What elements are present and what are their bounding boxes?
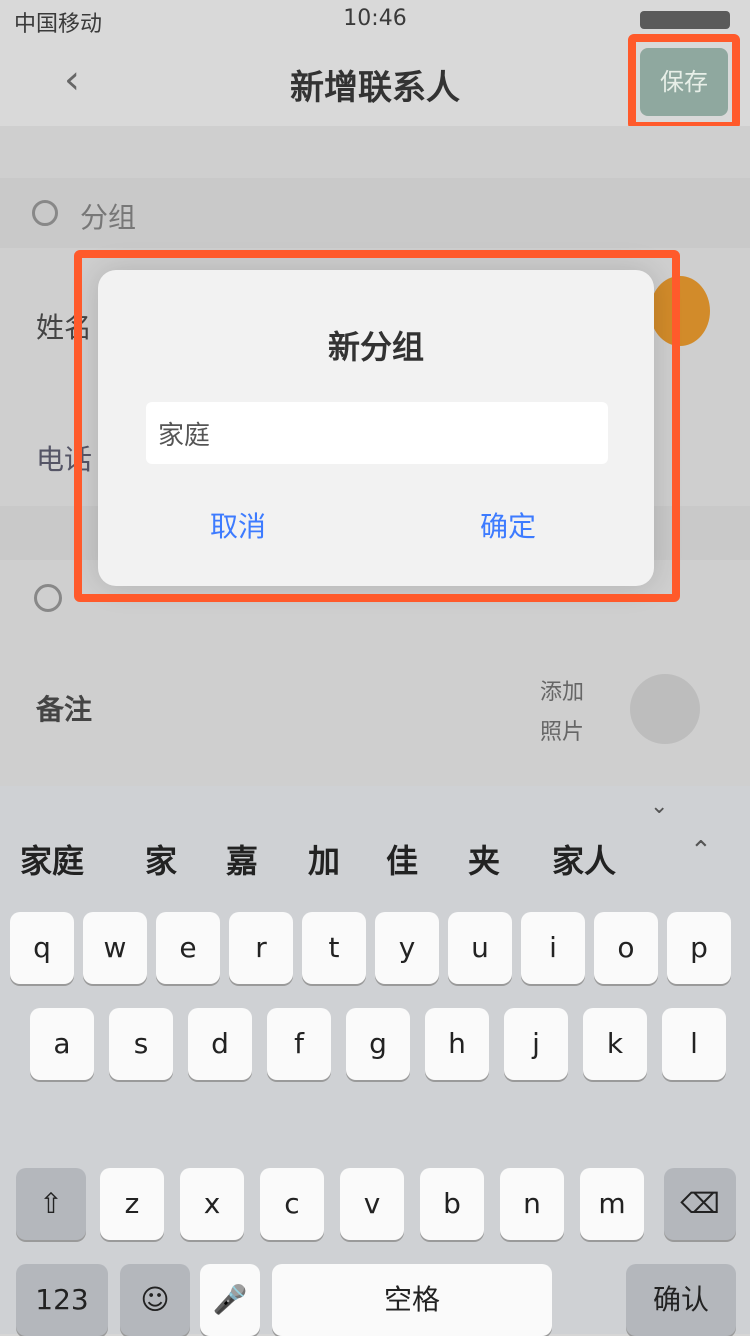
key-t[interactable]: t <box>302 912 366 984</box>
key-f[interactable]: f <box>267 1008 331 1080</box>
key-c[interactable]: c <box>260 1168 324 1240</box>
key-q[interactable]: q <box>10 912 74 984</box>
key-l[interactable]: l <box>662 1008 726 1080</box>
key-b[interactable]: b <box>420 1168 484 1240</box>
delete-key[interactable]: ⌫ <box>664 1168 736 1240</box>
expand-chevron-icon[interactable]: ⌃ <box>690 836 712 866</box>
emoji-key[interactable]: ☺ <box>120 1264 190 1336</box>
candidate-item[interactable]: 家人 <box>552 836 616 882</box>
numbers-key[interactable]: 123 <box>16 1264 108 1336</box>
key-u[interactable]: u <box>448 912 512 984</box>
key-h[interactable]: h <box>425 1008 489 1080</box>
key-i[interactable]: i <box>521 912 585 984</box>
key-v[interactable]: v <box>340 1168 404 1240</box>
key-e[interactable]: e <box>156 912 220 984</box>
photo-label: 照片 <box>540 720 585 745</box>
camera-button[interactable] <box>630 674 700 744</box>
key-m[interactable]: m <box>580 1168 644 1240</box>
key-j[interactable]: j <box>504 1008 568 1080</box>
key-k[interactable]: k <box>583 1008 647 1080</box>
key-y[interactable]: y <box>375 912 439 984</box>
candidate-item[interactable]: 嘉 <box>226 836 258 882</box>
battery-icon <box>640 11 730 29</box>
key-g[interactable]: g <box>346 1008 410 1080</box>
keyboard: ⌄ 家庭 家 嘉 加佳 夹 家人 ⌃ qwertyuiop asdfghjkl zxcvbnm… <box>0 786 750 1336</box>
clock: 10:46 <box>343 6 407 31</box>
candidate-item[interactable]: 家庭 <box>20 836 84 882</box>
dialog-highlight <box>74 250 680 602</box>
note-icon <box>34 584 62 612</box>
key-z[interactable]: z <box>100 1168 164 1240</box>
nav-bar: ‹ 新增联系人 保存 <box>0 34 750 130</box>
key-w[interactable]: w <box>83 912 147 984</box>
candidate-item[interactable]: 佳 <box>386 836 418 882</box>
shift-key[interactable]: ⇧ <box>16 1168 86 1240</box>
key-a[interactable]: a <box>30 1008 94 1080</box>
remark-label: 备注 <box>36 693 93 726</box>
add-label: 添加 <box>540 680 585 705</box>
candidate-item[interactable]: 加 <box>308 836 340 882</box>
key-s[interactable]: s <box>109 1008 173 1080</box>
save-button-highlight <box>628 34 740 130</box>
section-title: 分组 <box>80 201 137 234</box>
return-key[interactable]: 确认 <box>626 1264 736 1336</box>
key-r[interactable]: r <box>229 912 293 984</box>
section-header: 分组 <box>0 178 750 248</box>
candidate-item[interactable]: 夹 <box>468 836 500 882</box>
mic-key[interactable]: 🎤 <box>200 1264 260 1336</box>
key-x[interactable]: x <box>180 1168 244 1240</box>
candidate-item[interactable]: 家 <box>145 836 177 882</box>
collapse-chevron-icon[interactable]: ⌄ <box>650 794 668 819</box>
group-icon <box>32 200 58 226</box>
key-o[interactable]: o <box>594 912 658 984</box>
key-d[interactable]: d <box>188 1008 252 1080</box>
space-key[interactable]: 空格 <box>272 1264 552 1336</box>
key-p[interactable]: p <box>667 912 731 984</box>
key-n[interactable]: n <box>500 1168 564 1240</box>
